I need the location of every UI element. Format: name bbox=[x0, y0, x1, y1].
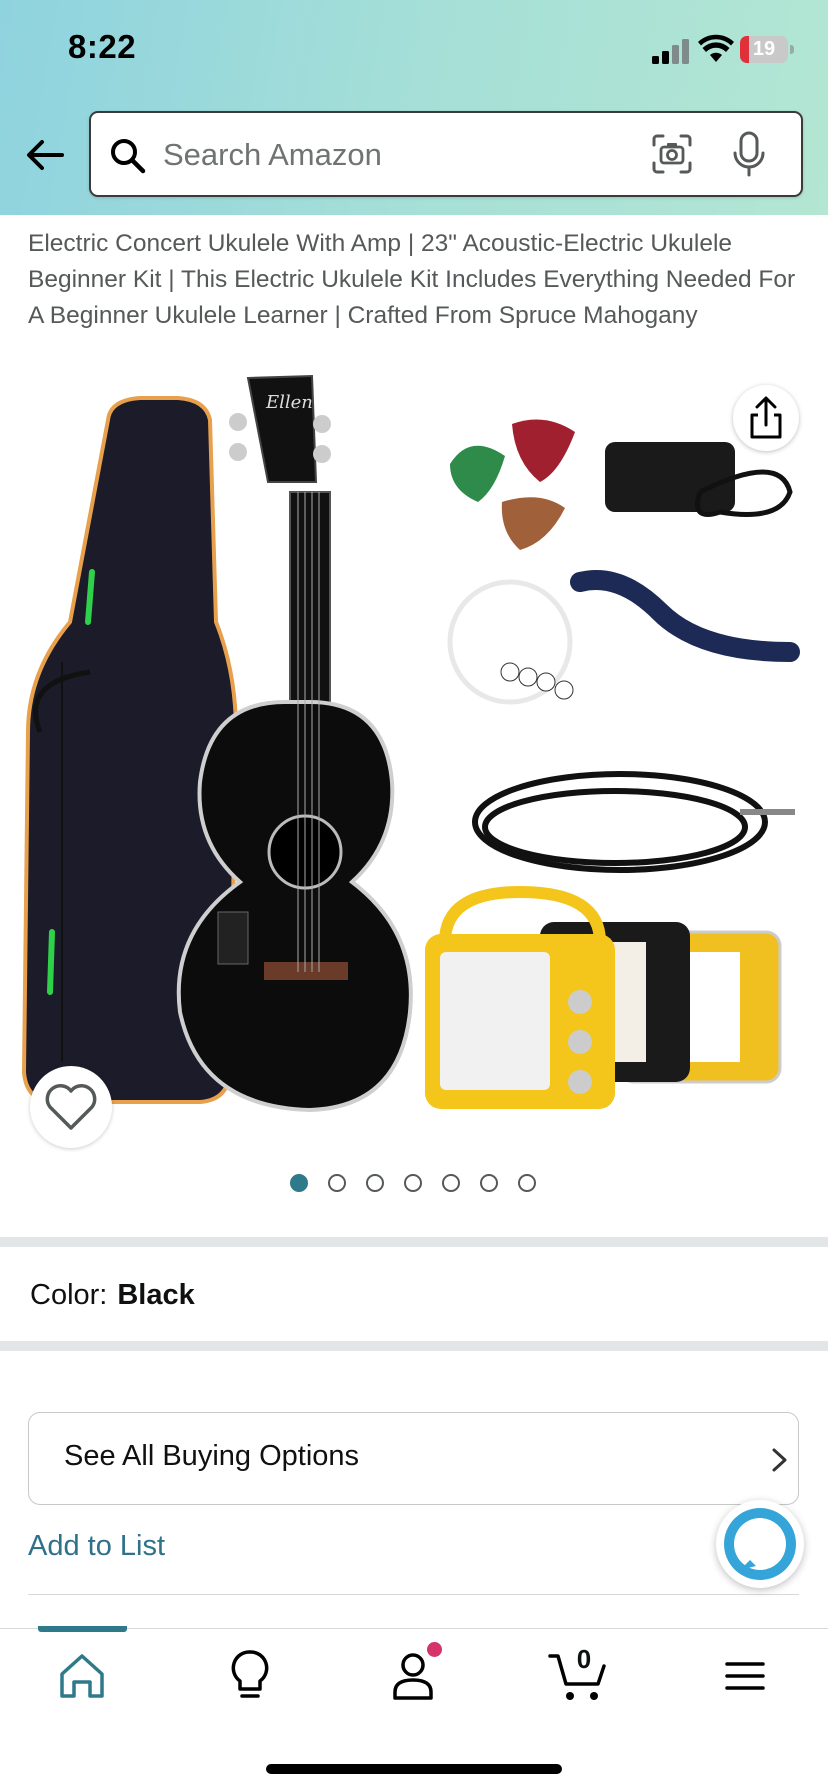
home-icon[interactable] bbox=[52, 1648, 112, 1704]
carousel-dot[interactable] bbox=[518, 1174, 536, 1192]
cart-count: 0 bbox=[576, 1644, 592, 1674]
carousel-dot[interactable] bbox=[366, 1174, 384, 1192]
amps-image bbox=[425, 885, 782, 1109]
color-label: Color: bbox=[30, 1279, 108, 1311]
back-arrow-icon[interactable] bbox=[22, 132, 68, 178]
carousel-dot[interactable] bbox=[328, 1174, 346, 1192]
carousel-dot[interactable] bbox=[404, 1174, 422, 1192]
battery-level: 19 bbox=[752, 38, 776, 60]
lightbulb-icon[interactable] bbox=[220, 1648, 280, 1704]
carousel-dot[interactable] bbox=[480, 1174, 498, 1192]
power-adapter-image bbox=[605, 442, 793, 517]
divider bbox=[28, 1594, 799, 1595]
active-tab-indicator bbox=[38, 1626, 127, 1632]
color-value: Black bbox=[117, 1279, 195, 1311]
brand-logo-text: Ellen bbox=[265, 392, 313, 413]
buying-options-label: See All Buying Options bbox=[64, 1440, 360, 1472]
cable-image bbox=[472, 771, 795, 873]
product-image[interactable]: Ellen bbox=[0, 372, 828, 1152]
status-time: 8:22 bbox=[68, 28, 137, 65]
search-icon bbox=[111, 139, 146, 174]
menu-icon[interactable] bbox=[715, 1648, 775, 1704]
microphone-icon[interactable] bbox=[731, 131, 767, 179]
header: 8:22 19 bbox=[0, 0, 828, 215]
cellular-signal-icon bbox=[652, 39, 689, 64]
share-button[interactable] bbox=[733, 385, 799, 451]
picks-image bbox=[450, 419, 575, 550]
image-carousel-dots bbox=[290, 1174, 536, 1196]
wishlist-button[interactable] bbox=[30, 1066, 112, 1148]
carousel-dot[interactable] bbox=[290, 1174, 308, 1192]
alexa-icon bbox=[724, 1508, 796, 1580]
notification-badge bbox=[427, 1642, 442, 1657]
camera-scan-icon[interactable] bbox=[651, 133, 693, 175]
heart-icon bbox=[45, 1084, 97, 1130]
add-to-list-link[interactable]: Add to List bbox=[28, 1530, 165, 1563]
chevron-right-icon bbox=[772, 1448, 787, 1472]
section-divider bbox=[0, 1341, 828, 1351]
product-title[interactable]: Electric Concert Ukulele With Amp | 23" … bbox=[28, 226, 808, 334]
strap-image bbox=[570, 570, 800, 662]
share-icon bbox=[750, 396, 782, 439]
battery-icon: 19 bbox=[740, 36, 794, 63]
strings-image bbox=[447, 579, 574, 705]
wifi-icon bbox=[698, 34, 734, 62]
alexa-button[interactable] bbox=[716, 1500, 804, 1588]
search-box[interactable] bbox=[89, 111, 803, 197]
carousel-dot[interactable] bbox=[442, 1174, 460, 1192]
search-input[interactable] bbox=[163, 127, 663, 183]
color-selector[interactable]: Color: Black bbox=[30, 1279, 195, 1312]
see-all-buying-options-button[interactable]: See All Buying Options bbox=[28, 1412, 799, 1505]
section-divider bbox=[0, 1237, 828, 1247]
home-indicator bbox=[266, 1764, 562, 1774]
